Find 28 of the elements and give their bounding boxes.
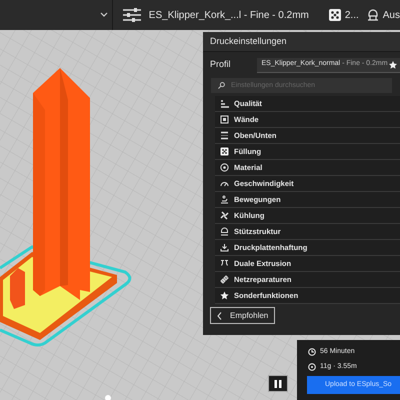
search-icon bbox=[218, 82, 225, 89]
chevron-down-icon[interactable] bbox=[100, 12, 108, 18]
spool-icon bbox=[308, 362, 316, 371]
square-icon bbox=[220, 115, 229, 124]
pause-button[interactable] bbox=[268, 375, 288, 392]
download-icon bbox=[220, 243, 229, 252]
support-icon bbox=[366, 9, 379, 21]
bars-icon bbox=[220, 99, 229, 108]
layers-icon bbox=[220, 131, 229, 140]
infill-icon bbox=[220, 147, 229, 156]
fan-icon bbox=[220, 211, 229, 220]
sliders-icon[interactable] bbox=[122, 8, 141, 22]
spool-icon bbox=[220, 163, 229, 172]
infill-value: 2... bbox=[344, 8, 359, 22]
star-icon bbox=[220, 291, 229, 300]
profile-label: Profil bbox=[210, 58, 231, 72]
clock-icon bbox=[308, 348, 316, 356]
pause-icon bbox=[274, 380, 282, 388]
profile-summary[interactable]: ES_Klipper_Kork_...l - Fine - 0.2mm bbox=[148, 8, 309, 22]
gauge-icon bbox=[220, 179, 229, 188]
support-value: Aus bbox=[382, 8, 400, 22]
star-icon[interactable] bbox=[389, 60, 397, 68]
chain-icon bbox=[220, 275, 229, 284]
back-button[interactable]: Empfohlen bbox=[210, 307, 276, 324]
support-icon bbox=[220, 227, 229, 236]
infill-icon bbox=[328, 9, 341, 21]
chevron-left-icon bbox=[217, 312, 222, 320]
panel-title: Druckeinstellungen bbox=[210, 34, 287, 48]
